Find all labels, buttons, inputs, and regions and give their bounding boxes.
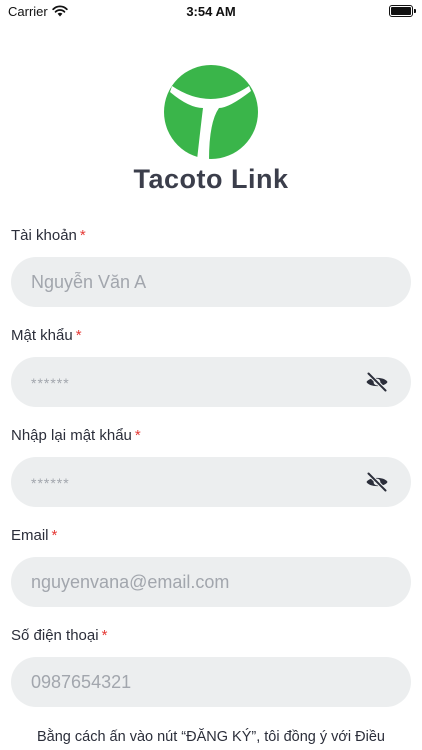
phone-input[interactable] [31, 657, 361, 707]
phone-label-text: Số điện thoại [11, 627, 99, 644]
email-input[interactable] [31, 557, 361, 607]
terms-text: Bằng cách ấn vào nút “ĐĂNG KÝ”, tôi đồng… [36, 729, 385, 745]
required-marker: * [79, 227, 86, 244]
confirm-password-field[interactable] [11, 457, 411, 507]
required-marker: * [75, 327, 82, 344]
tacoto-logo [163, 64, 259, 160]
account-field[interactable] [11, 257, 411, 307]
password-label-text: Mật khẩu [11, 327, 73, 344]
account-label: Tài khoản * [11, 227, 86, 244]
phone-field[interactable] [11, 657, 411, 707]
brand-title: Tacoto Link [133, 164, 289, 194]
confirm-password-input[interactable] [31, 457, 361, 507]
phone-label: Số điện thoại * [11, 627, 107, 644]
email-label: Email * [11, 527, 57, 544]
eye-off-icon[interactable] [365, 370, 389, 394]
password-label: Mật khẩu * [11, 327, 82, 344]
password-field[interactable] [11, 357, 411, 407]
confirm-password-label: Nhập lại mật khẩu * [11, 427, 141, 444]
email-label-text: Email [11, 527, 49, 544]
battery-icon [389, 5, 416, 17]
password-input[interactable] [31, 357, 361, 407]
email-field[interactable] [11, 557, 411, 607]
status-bar: Carrier 3:54 AM [0, 0, 422, 24]
required-marker: * [101, 627, 108, 644]
account-label-text: Tài khoản [11, 227, 77, 244]
required-marker: * [51, 527, 58, 544]
eye-off-icon[interactable] [365, 470, 389, 494]
status-time: 3:54 AM [186, 4, 236, 19]
required-marker: * [134, 427, 141, 444]
account-input[interactable] [31, 257, 361, 307]
confirm-password-label-text: Nhập lại mật khẩu [11, 427, 132, 444]
